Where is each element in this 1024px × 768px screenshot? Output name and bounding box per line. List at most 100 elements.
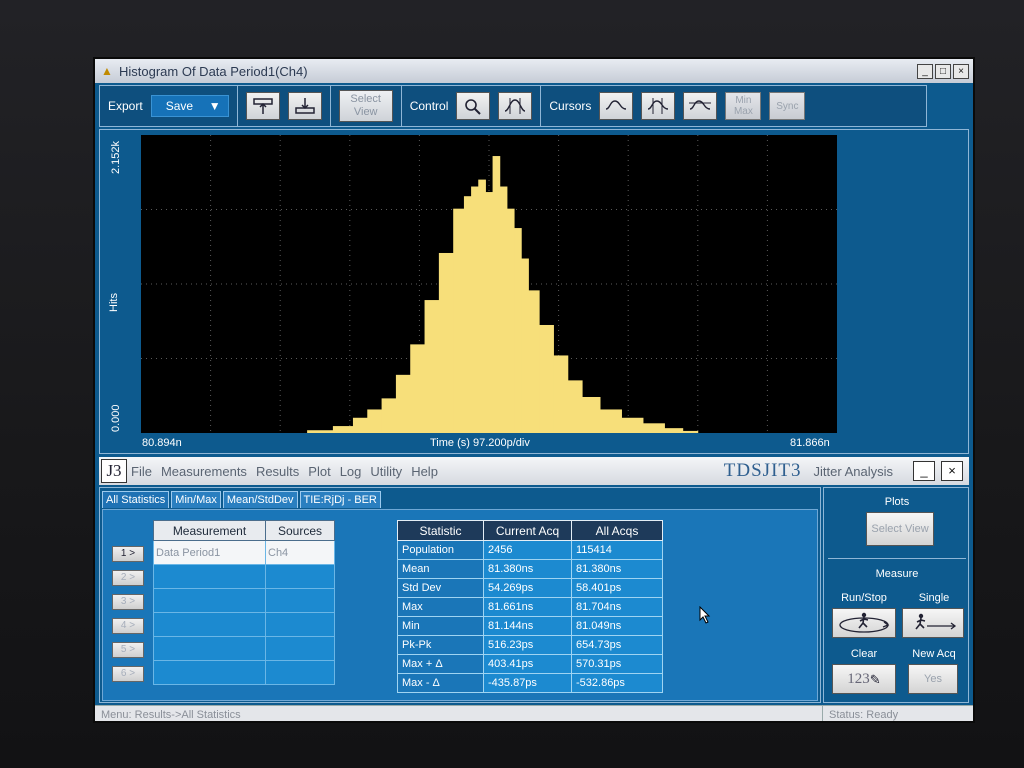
row-select-button-1[interactable]: 1 >	[112, 546, 144, 562]
cursors-group: Cursors Min Max Sync	[541, 86, 813, 126]
histogram-window-titlebar[interactable]: ▲ Histogram Of Data Period1(Ch4) _ □ ×	[95, 59, 973, 83]
column-header: Statistic	[397, 520, 484, 541]
histogram-bar	[599, 409, 622, 433]
statistics-table-header: Statistic Current Acq All Acqs	[397, 520, 663, 541]
plots-select-view-button[interactable]: Select View	[866, 512, 934, 546]
run-stop-button[interactable]	[832, 608, 896, 638]
menu-utility[interactable]: Utility	[370, 464, 402, 479]
table-row[interactable]	[153, 612, 335, 637]
cursors-label: Cursors	[549, 99, 592, 113]
all-acqs-value: 58.401ps	[571, 578, 663, 598]
row-select-button-3[interactable]: 3 >	[112, 594, 144, 610]
histogram-bar	[642, 423, 665, 433]
histogram-bar	[424, 300, 440, 433]
magnifier-icon	[465, 99, 482, 115]
current-acq-value: 81.661ns	[483, 597, 572, 617]
window-title: Histogram Of Data Period1(Ch4)	[119, 63, 308, 79]
clear-button[interactable]: 123 ✎	[832, 664, 896, 694]
measurement-table: Measurement Sources Data Period1 Ch4	[153, 520, 335, 685]
table-row[interactable]	[153, 636, 335, 661]
horizontal-cursor-icon	[689, 100, 712, 110]
histogram-toolbar: Export Save ▼ Select View Control Cursor…	[99, 85, 927, 127]
new-acq-yes-button[interactable]: Yes	[908, 664, 958, 694]
pan-button[interactable]	[498, 92, 533, 120]
app-close-button[interactable]: ×	[941, 461, 963, 481]
export-group: Export Save ▼	[100, 86, 238, 126]
sync-button[interactable]: Sync	[769, 92, 806, 120]
menu-results[interactable]: Results	[256, 464, 299, 479]
histogram-bar	[499, 186, 508, 433]
histogram-bar	[553, 355, 569, 433]
arrow-up-box-icon	[252, 98, 273, 114]
minimize-button[interactable]: _	[917, 63, 933, 79]
table-row[interactable]	[153, 588, 335, 613]
histogram-bar	[582, 396, 601, 433]
clear-counter-icon: 123	[847, 670, 870, 687]
app-minimize-button[interactable]: _	[913, 461, 935, 481]
histogram-bars	[307, 156, 699, 433]
table-row: Pk-Pk 516.23ps 654.73ps	[397, 635, 663, 655]
eraser-icon: ✎	[869, 671, 881, 687]
status-bar: Menu: Results->All Statistics Status: Re…	[95, 705, 973, 721]
menu-file[interactable]: File	[131, 464, 152, 479]
histogram-bar	[463, 196, 472, 433]
statistic-name: Max - Δ	[397, 673, 484, 693]
cursor-off-button[interactable]	[599, 92, 634, 120]
move-down-button[interactable]	[287, 92, 322, 120]
menu-measurements[interactable]: Measurements	[161, 464, 247, 479]
table-row[interactable]	[153, 564, 335, 589]
current-acq-value: 81.144ns	[483, 616, 572, 636]
histogram-bar	[395, 374, 411, 433]
measurement-cell	[153, 588, 266, 613]
maximize-button[interactable]: □	[935, 63, 951, 79]
all-acqs-value: -532.86ps	[571, 673, 663, 693]
export-save-dropdown[interactable]: Save ▼	[150, 95, 229, 117]
vertical-cursor-button[interactable]	[641, 92, 676, 120]
waveform-pan-icon	[505, 98, 526, 114]
histogram-chart	[141, 135, 837, 433]
horizontal-cursor-button[interactable]	[683, 92, 718, 120]
minmax-button[interactable]: Min Max	[725, 92, 762, 120]
all-acqs-value: 115414	[571, 540, 663, 560]
statistic-name: Mean	[397, 559, 484, 579]
zoom-button[interactable]	[456, 92, 491, 120]
histogram-bar	[506, 208, 515, 433]
app-subtitle: Jitter Analysis	[813, 463, 893, 479]
measurement-table-header: Measurement Sources	[153, 520, 335, 541]
histogram-plot-area[interactable]	[141, 135, 837, 433]
row-select-button-4[interactable]: 4 >	[112, 618, 144, 634]
mouse-pointer-icon	[699, 606, 711, 624]
row-select-button-5[interactable]: 5 >	[112, 642, 144, 658]
results-tabs: All Statistics Min/Max Mean/StdDev TIE:R…	[102, 491, 381, 508]
menu-help[interactable]: Help	[411, 464, 438, 479]
arrow-down-box-icon	[294, 98, 315, 114]
close-button[interactable]: ×	[953, 63, 969, 79]
select-view-button[interactable]: Select View	[338, 90, 393, 122]
table-row[interactable]: Data Period1 Ch4	[153, 540, 335, 565]
table-row: Std Dev 54.269ps 58.401ps	[397, 578, 663, 598]
running-arrow-icon	[915, 613, 957, 630]
app-name: TDSJIT3	[723, 460, 802, 481]
status-ready: Status: Ready	[829, 708, 899, 721]
tab-min-max[interactable]: Min/Max	[171, 491, 221, 508]
histogram-bar	[521, 258, 529, 433]
all-acqs-value: 81.380ns	[571, 559, 663, 579]
statistic-name: Max	[397, 597, 484, 617]
row-select-button-2[interactable]: 2 >	[112, 570, 144, 586]
tab-mean-stddev[interactable]: Mean/StdDev	[222, 491, 298, 508]
single-button[interactable]	[902, 608, 964, 638]
all-acqs-value: 81.704ns	[571, 597, 663, 617]
menu-plot[interactable]: Plot	[308, 464, 330, 479]
column-header: Current Acq	[483, 520, 572, 541]
menu-log[interactable]: Log	[340, 464, 362, 479]
histogram-bar	[682, 430, 699, 433]
j3-logo: J3	[101, 459, 127, 483]
all-acqs-value: 81.049ns	[571, 616, 663, 636]
tab-all-statistics[interactable]: All Statistics	[102, 491, 170, 508]
table-row[interactable]	[153, 660, 335, 685]
screen: ▲ Histogram Of Data Period1(Ch4) _ □ × E…	[93, 57, 975, 723]
export-label: Export	[108, 99, 143, 113]
tab-tie-rjdj-ber[interactable]: TIE:RjDj - BER	[299, 491, 381, 508]
move-up-button[interactable]	[245, 92, 280, 120]
row-select-button-6[interactable]: 6 >	[112, 666, 144, 682]
